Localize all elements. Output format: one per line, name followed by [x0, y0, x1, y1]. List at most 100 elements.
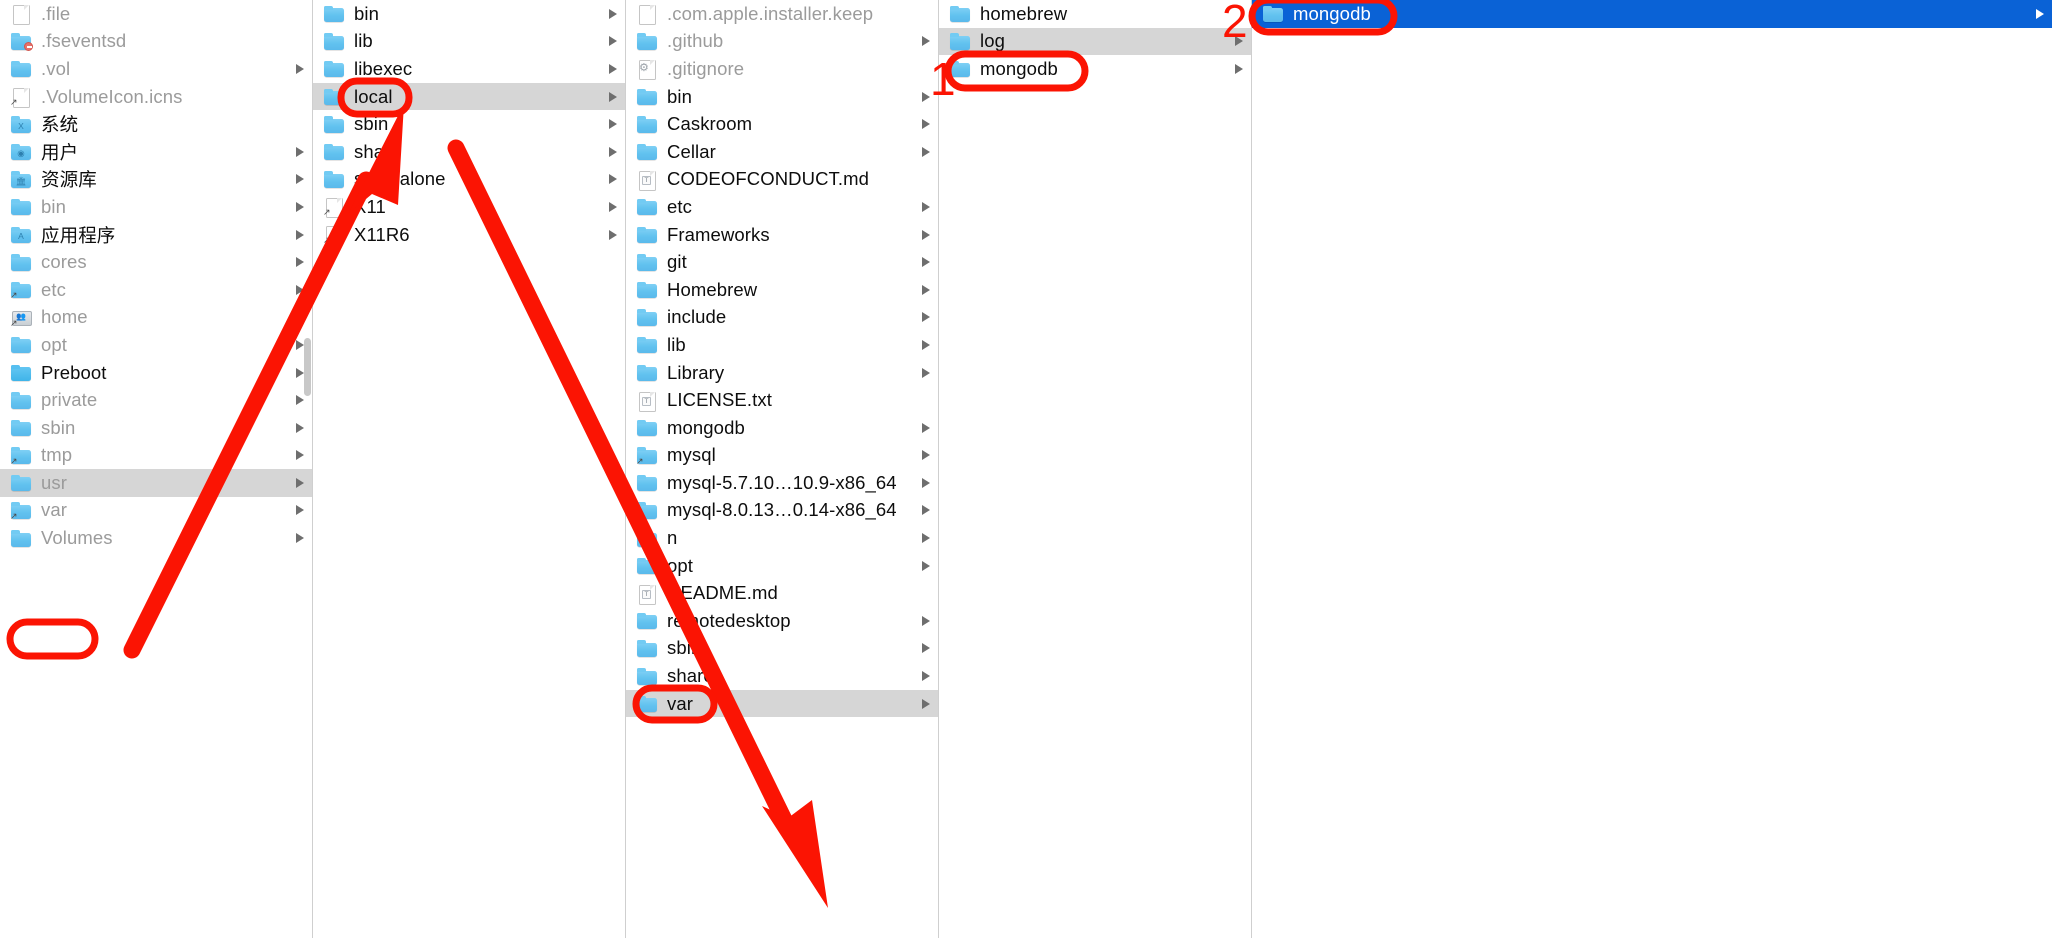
file-row[interactable]: mongodb	[626, 414, 938, 442]
file-row[interactable]: ↗ var	[0, 497, 312, 525]
file-row[interactable]: 👥 ↗ home	[0, 304, 312, 332]
disclosure-triangle-icon[interactable]	[922, 477, 930, 488]
finder-column-usr-local-var[interactable]: homebrew log mongodb	[939, 0, 1252, 938]
file-row[interactable]: bin	[626, 83, 938, 111]
disclosure-triangle-icon[interactable]	[609, 8, 617, 19]
folder-alias-icon: ↗	[636, 446, 658, 465]
finder-column-root[interactable]: .file .fseventsd .vol ↗ .VolumeIcon.icns X 系统 ◉…	[0, 0, 313, 938]
disclosure-triangle-icon[interactable]	[922, 615, 930, 626]
file-row[interactable]: ↗ etc	[0, 276, 312, 304]
file-row[interactable]: lib	[626, 331, 938, 359]
file-row[interactable]: ↗ .VolumeIcon.icns	[0, 83, 312, 111]
file-row[interactable]: share	[313, 138, 625, 166]
file-row[interactable]: mysql-5.7.10…10.9-x86_64	[626, 469, 938, 497]
file-row[interactable]: ↗ X11R6	[313, 221, 625, 249]
file-row[interactable]: Frameworks	[626, 221, 938, 249]
file-row[interactable]: Homebrew	[626, 276, 938, 304]
disclosure-triangle-icon[interactable]	[922, 505, 930, 516]
column-root-scrollbar[interactable]	[303, 0, 312, 938]
disclosure-triangle-icon[interactable]	[922, 119, 930, 130]
file-row[interactable]: .file	[0, 0, 312, 28]
finder-column-usr-local-var-log[interactable]: mongodb	[1252, 0, 2052, 938]
disclosure-triangle-icon[interactable]	[609, 91, 617, 102]
file-row[interactable]: opt	[626, 552, 938, 580]
file-row[interactable]: usr	[0, 469, 312, 497]
file-row[interactable]: mysql-8.0.13…0.14-x86_64	[626, 497, 938, 525]
disclosure-triangle-icon[interactable]	[609, 174, 617, 185]
disclosure-triangle-icon[interactable]	[609, 36, 617, 47]
file-row[interactable]: Library	[626, 359, 938, 387]
file-row[interactable]: etc	[626, 193, 938, 221]
disclosure-triangle-icon[interactable]	[609, 146, 617, 157]
file-row[interactable]: standalone	[313, 166, 625, 194]
file-row[interactable]: T CODEOFCONDUCT.md	[626, 166, 938, 194]
file-row[interactable]: 🏛 资源库	[0, 166, 312, 194]
file-row[interactable]: opt	[0, 331, 312, 359]
file-row[interactable]: sbin	[313, 110, 625, 138]
file-row[interactable]: ◉ 用户	[0, 138, 312, 166]
file-row[interactable]: include	[626, 304, 938, 332]
disclosure-triangle-icon[interactable]	[609, 201, 617, 212]
finder-column-usr-local[interactable]: .com.apple.installer.keep .github ⚙ .gitign…	[626, 0, 939, 938]
file-row[interactable]: sbin	[626, 635, 938, 663]
disclosure-triangle-icon[interactable]	[922, 560, 930, 571]
file-row[interactable]: A 应用程序	[0, 221, 312, 249]
disclosure-triangle-icon[interactable]	[922, 91, 930, 102]
disclosure-triangle-icon[interactable]	[922, 36, 930, 47]
file-row[interactable]: Preboot	[0, 359, 312, 387]
file-row[interactable]: mongodb	[939, 55, 1251, 83]
disclosure-triangle-icon[interactable]	[1235, 36, 1243, 47]
file-row[interactable]: X 系统	[0, 110, 312, 138]
file-row[interactable]: n	[626, 524, 938, 552]
disclosure-triangle-icon[interactable]	[922, 671, 930, 682]
file-row[interactable]: private	[0, 386, 312, 414]
file-row[interactable]: share	[626, 662, 938, 690]
file-row[interactable]: Cellar	[626, 138, 938, 166]
file-row[interactable]: ⚙ .gitignore	[626, 55, 938, 83]
disclosure-triangle-icon[interactable]	[609, 63, 617, 74]
file-row[interactable]: homebrew	[939, 0, 1251, 28]
file-row[interactable]: Volumes	[0, 524, 312, 552]
file-row[interactable]: ↗ tmp	[0, 442, 312, 470]
file-row[interactable]: .com.apple.installer.keep	[626, 0, 938, 28]
disclosure-triangle-icon[interactable]	[1235, 63, 1243, 74]
file-row[interactable]: log	[939, 27, 1251, 56]
file-row[interactable]: remotedesktop	[626, 607, 938, 635]
file-row[interactable]: local	[313, 82, 625, 111]
disclosure-triangle-icon[interactable]	[922, 698, 930, 709]
disclosure-triangle-icon[interactable]	[609, 229, 617, 240]
file-row[interactable]: mongodb	[1252, 0, 2052, 28]
file-row[interactable]: .github	[626, 28, 938, 56]
disclosure-triangle-icon[interactable]	[922, 422, 930, 433]
file-row[interactable]: sbin	[0, 414, 312, 442]
finder-column-usr[interactable]: bin lib libexec local sbin share standalone ↗ X1…	[313, 0, 626, 938]
file-row[interactable]: git	[626, 248, 938, 276]
file-row[interactable]: .fseventsd	[0, 28, 312, 56]
disclosure-triangle-icon[interactable]	[922, 257, 930, 268]
disclosure-triangle-icon[interactable]	[922, 450, 930, 461]
disclosure-triangle-icon[interactable]	[922, 146, 930, 157]
disclosure-triangle-icon[interactable]	[2036, 8, 2044, 19]
disclosure-triangle-icon[interactable]	[922, 284, 930, 295]
file-row[interactable]: ↗ mysql	[626, 442, 938, 470]
disclosure-triangle-icon[interactable]	[922, 367, 930, 378]
file-row[interactable]: cores	[0, 248, 312, 276]
file-row[interactable]: var	[626, 689, 938, 718]
file-row[interactable]: .vol	[0, 55, 312, 83]
disclosure-triangle-icon[interactable]	[922, 339, 930, 350]
file-row[interactable]: ↗ X11	[313, 193, 625, 221]
file-row[interactable]: T LICENSE.txt	[626, 386, 938, 414]
disclosure-triangle-icon[interactable]	[922, 643, 930, 654]
disclosure-triangle-icon[interactable]	[609, 119, 617, 130]
file-row[interactable]: lib	[313, 28, 625, 56]
file-row[interactable]: Caskroom	[626, 110, 938, 138]
file-row[interactable]: bin	[0, 193, 312, 221]
file-row[interactable]: bin	[313, 0, 625, 28]
scrollbar-thumb[interactable]	[304, 338, 311, 396]
disclosure-triangle-icon[interactable]	[922, 312, 930, 323]
file-row[interactable]: T README.md	[626, 579, 938, 607]
disclosure-triangle-icon[interactable]	[922, 201, 930, 212]
disclosure-triangle-icon[interactable]	[922, 229, 930, 240]
disclosure-triangle-icon[interactable]	[922, 533, 930, 544]
file-row[interactable]: libexec	[313, 55, 625, 83]
